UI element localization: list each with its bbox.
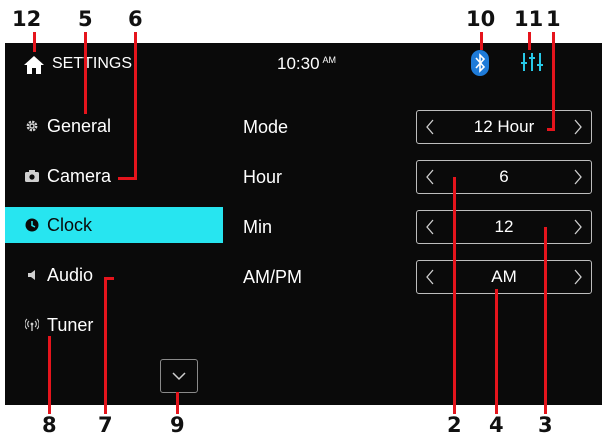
- callout-line: [84, 32, 87, 114]
- callout-number: 8: [42, 413, 57, 437]
- callout-number: 3: [538, 413, 553, 437]
- camera-icon: [25, 169, 39, 183]
- callout-number: 9: [170, 413, 185, 437]
- callout-number: 5: [78, 7, 93, 31]
- callout-line: [134, 32, 137, 180]
- scroll-down-button[interactable]: [160, 359, 198, 393]
- sidebar-item-label: Audio: [47, 264, 94, 285]
- clock-time: 10:30: [277, 54, 320, 73]
- callout-line: [104, 277, 107, 414]
- ampm-label: AM/PM: [243, 267, 303, 287]
- chevron-right-icon: [574, 269, 582, 285]
- callout-line: [48, 336, 51, 414]
- hour-next-button[interactable]: [565, 161, 591, 193]
- chevron-down-icon: [172, 372, 186, 381]
- equalizer-icon[interactable]: [520, 51, 544, 73]
- sidebar-item-label: Clock: [47, 214, 93, 235]
- chevron-right-icon: [574, 219, 582, 235]
- sidebar-item-clock[interactable]: Clock: [5, 207, 223, 243]
- callout-line: [495, 289, 498, 414]
- callout-number: 2: [447, 413, 462, 437]
- clock-ampm: AM: [322, 55, 337, 65]
- hour-prev-button[interactable]: [417, 161, 443, 193]
- sidebar-item-label: General: [47, 115, 112, 136]
- callout-number: 7: [98, 413, 113, 437]
- chevron-left-icon: [426, 219, 434, 235]
- mode-next-button[interactable]: [565, 111, 591, 143]
- callout-line: [104, 277, 114, 280]
- chevron-left-icon: [426, 169, 434, 185]
- callout-number: 1: [546, 7, 561, 31]
- callout-line: [453, 177, 456, 414]
- sidebar-item-camera[interactable]: Camera: [5, 158, 223, 194]
- callout-line: [176, 392, 179, 414]
- min-next-button[interactable]: [565, 211, 591, 243]
- sidebar-item-general[interactable]: General: [5, 108, 223, 144]
- chevron-right-icon: [574, 119, 582, 135]
- callout-number: 11: [514, 7, 544, 31]
- callout-line: [33, 32, 36, 52]
- sidebar-item-audio[interactable]: Audio: [5, 257, 223, 293]
- sidebar-item-label: Camera: [47, 165, 112, 186]
- sidebar-item-label: Tuner: [47, 314, 94, 335]
- hour-value: 6: [499, 167, 509, 186]
- min-label: Min: [243, 217, 273, 237]
- chevron-left-icon: [426, 119, 434, 135]
- ampm-stepper: AM: [416, 260, 592, 294]
- hour-stepper: 6: [416, 160, 592, 194]
- callout-line: [118, 177, 137, 180]
- antenna-icon: [25, 318, 39, 332]
- callout-line: [547, 128, 555, 131]
- sidebar-item-tuner[interactable]: Tuner: [5, 307, 223, 343]
- callout-line: [552, 32, 555, 130]
- speaker-icon: [25, 268, 39, 282]
- page-title: SETTINGS: [52, 55, 133, 72]
- hour-label: Hour: [243, 167, 283, 187]
- callout-number: 4: [489, 413, 504, 437]
- callout-line: [480, 32, 483, 50]
- callout-line: [544, 227, 547, 414]
- mode-value: 12 Hour: [473, 117, 535, 136]
- settings-screen: SETTINGS 10:30 AM General Camera Clock A…: [5, 43, 602, 405]
- bluetooth-icon[interactable]: [470, 49, 490, 77]
- clock-icon: [25, 218, 39, 232]
- min-stepper: 12: [416, 210, 592, 244]
- gear-icon: [25, 119, 39, 133]
- callout-number: 6: [128, 7, 143, 31]
- ampm-prev-button[interactable]: [417, 261, 443, 293]
- chevron-right-icon: [574, 169, 582, 185]
- clock-display: 10:30 AM: [277, 54, 336, 74]
- mode-label: Mode: [243, 117, 289, 137]
- mode-prev-button[interactable]: [417, 111, 443, 143]
- callout-number: 10: [466, 7, 496, 31]
- callout-line: [528, 32, 531, 50]
- mode-stepper: 12 Hour: [416, 110, 592, 144]
- ampm-next-button[interactable]: [565, 261, 591, 293]
- min-prev-button[interactable]: [417, 211, 443, 243]
- home-icon[interactable]: [23, 55, 45, 75]
- chevron-left-icon: [426, 269, 434, 285]
- callout-number: 12: [12, 7, 42, 31]
